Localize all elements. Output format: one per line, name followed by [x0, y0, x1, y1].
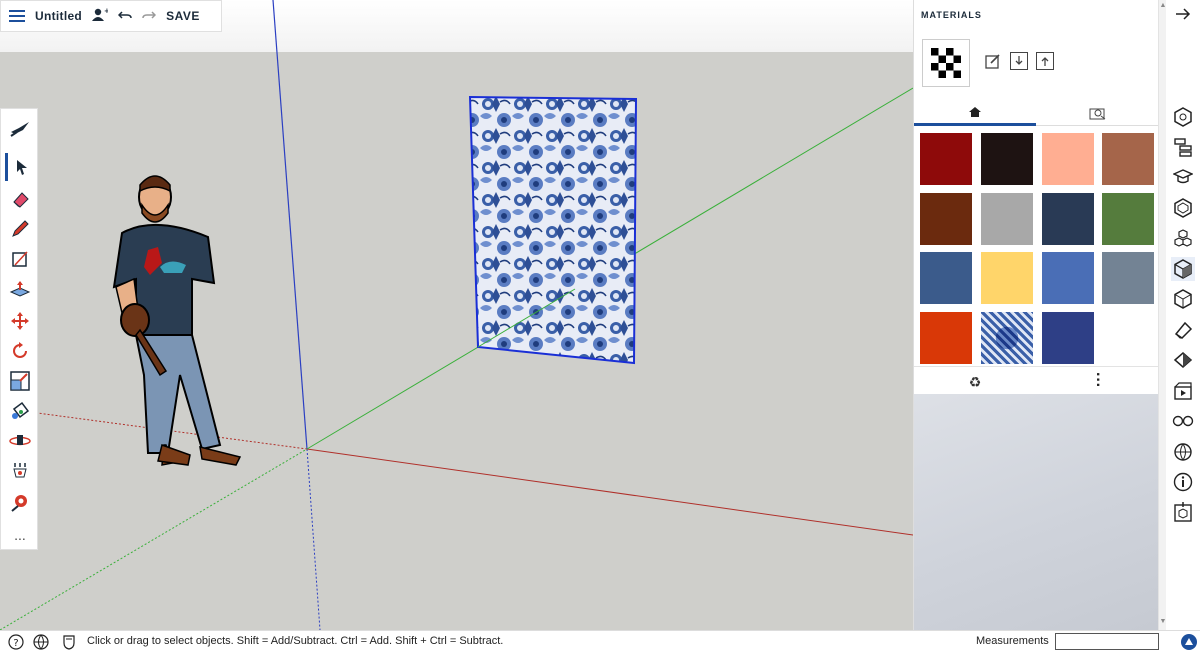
- arrow-right-icon[interactable]: [1171, 2, 1195, 26]
- sketchup-logo-icon[interactable]: [1180, 634, 1198, 650]
- scale-tool-icon[interactable]: [5, 367, 35, 395]
- section-icon[interactable]: [1171, 500, 1195, 524]
- save-button[interactable]: SAVE: [166, 9, 200, 23]
- more-options-icon[interactable]: ···: [1088, 372, 1106, 388]
- top-bar: Untitled + SAVE: [0, 0, 222, 32]
- globe-icon[interactable]: [33, 634, 49, 650]
- status-message: Click or drag to select objects. Shift =…: [87, 635, 504, 647]
- materials-editor-area: [914, 394, 1159, 630]
- swatch[interactable]: [981, 252, 1033, 304]
- outliner-icon[interactable]: [1171, 135, 1195, 159]
- model-info-icon[interactable]: [1171, 470, 1195, 494]
- swatch[interactable]: [920, 252, 972, 304]
- pencil-tool-icon[interactable]: [5, 215, 35, 243]
- push-pull-tool-icon[interactable]: [5, 275, 35, 303]
- paint-bucket-tool-icon[interactable]: [5, 397, 35, 425]
- undo-icon[interactable]: [118, 8, 132, 24]
- model-title[interactable]: Untitled: [35, 9, 82, 23]
- home-icon: [969, 106, 981, 117]
- swatch[interactable]: [1042, 133, 1094, 185]
- move-tool-icon[interactable]: [5, 307, 35, 335]
- swatch[interactable]: [920, 193, 972, 245]
- panel-title: MATERIALS: [921, 10, 982, 20]
- redo-icon[interactable]: [142, 8, 157, 24]
- help-icon[interactable]: ?: [8, 634, 24, 650]
- right-panel-rail: [1166, 0, 1200, 630]
- materials-icon[interactable]: [1171, 257, 1195, 281]
- solid-tools-icon[interactable]: [1171, 287, 1195, 311]
- swatch[interactable]: [1042, 312, 1094, 364]
- divider: [914, 366, 1159, 367]
- swatch[interactable]: [1042, 252, 1094, 304]
- user-icon[interactable]: +: [92, 7, 110, 25]
- material-preview[interactable]: [922, 39, 970, 87]
- swatch-tile-texture[interactable]: [981, 312, 1033, 364]
- modeling-viewport[interactable]: [0, 0, 913, 630]
- instructor-icon[interactable]: [1171, 165, 1195, 189]
- styles-icon[interactable]: [1171, 348, 1195, 372]
- swatch[interactable]: [920, 312, 972, 364]
- 3d-warehouse-icon[interactable]: [1171, 226, 1195, 250]
- svg-text:?: ?: [13, 638, 18, 649]
- in-model-icon: [1089, 108, 1106, 120]
- import-icon[interactable]: [1010, 52, 1028, 70]
- shadows-icon[interactable]: [1171, 440, 1195, 464]
- walk-tool-icon[interactable]: [5, 457, 35, 485]
- blue-axis-dotted: [306, 448, 321, 630]
- in-model-tab[interactable]: [1037, 100, 1159, 126]
- measurements-input[interactable]: [1055, 633, 1159, 650]
- position-camera-tool-icon[interactable]: [5, 489, 35, 517]
- swatch[interactable]: [1102, 252, 1154, 304]
- swatch[interactable]: [1042, 193, 1094, 245]
- blue-axis: [272, 0, 308, 450]
- search-tools-icon[interactable]: [5, 115, 35, 143]
- measurements-label: Measurements: [976, 635, 1049, 647]
- export-icon[interactable]: [1036, 52, 1054, 70]
- entity-info-icon[interactable]: [1171, 105, 1195, 129]
- select-tool-icon[interactable]: [5, 153, 35, 181]
- red-axis: [306, 448, 913, 536]
- home-tab[interactable]: [914, 100, 1036, 126]
- status-bar: ? Click or drag to select objects. Shift…: [0, 630, 1200, 653]
- materials-tabs: [914, 100, 1159, 126]
- components-icon[interactable]: [1171, 196, 1195, 220]
- swatch[interactable]: [981, 193, 1033, 245]
- swatch[interactable]: [920, 133, 972, 185]
- tile-panel: [468, 95, 638, 365]
- scene-canvas[interactable]: [0, 0, 913, 630]
- swatch[interactable]: [1102, 193, 1154, 245]
- hamburger-menu-icon[interactable]: [9, 10, 25, 22]
- scale-figure: [112, 175, 242, 466]
- tool-bar: ...: [0, 108, 38, 550]
- scenes-icon[interactable]: [1171, 379, 1195, 403]
- panel-scrollbar[interactable]: ▲ ▼: [1158, 0, 1166, 630]
- rotate-tool-icon[interactable]: [5, 337, 35, 365]
- swatch[interactable]: [1102, 133, 1154, 185]
- orbit-tool-icon[interactable]: [5, 427, 35, 455]
- eraser-tool-icon[interactable]: [5, 185, 35, 213]
- eraser-panel-icon[interactable]: [1171, 318, 1195, 342]
- more-tools-button[interactable]: ...: [1, 527, 39, 543]
- green-axis-dotted: [0, 448, 308, 630]
- shield-icon[interactable]: [61, 634, 77, 650]
- checker-icon: [931, 48, 961, 78]
- edit-material-icon[interactable]: [984, 52, 1002, 70]
- materials-panel: MATERIALS ♻ ···: [913, 0, 1159, 630]
- recycle-icon[interactable]: ♻: [914, 371, 1036, 393]
- display-icon[interactable]: [1171, 409, 1195, 433]
- svg-text:+: +: [104, 8, 108, 15]
- rectangle-tool-icon[interactable]: [5, 245, 35, 273]
- swatch[interactable]: [981, 133, 1033, 185]
